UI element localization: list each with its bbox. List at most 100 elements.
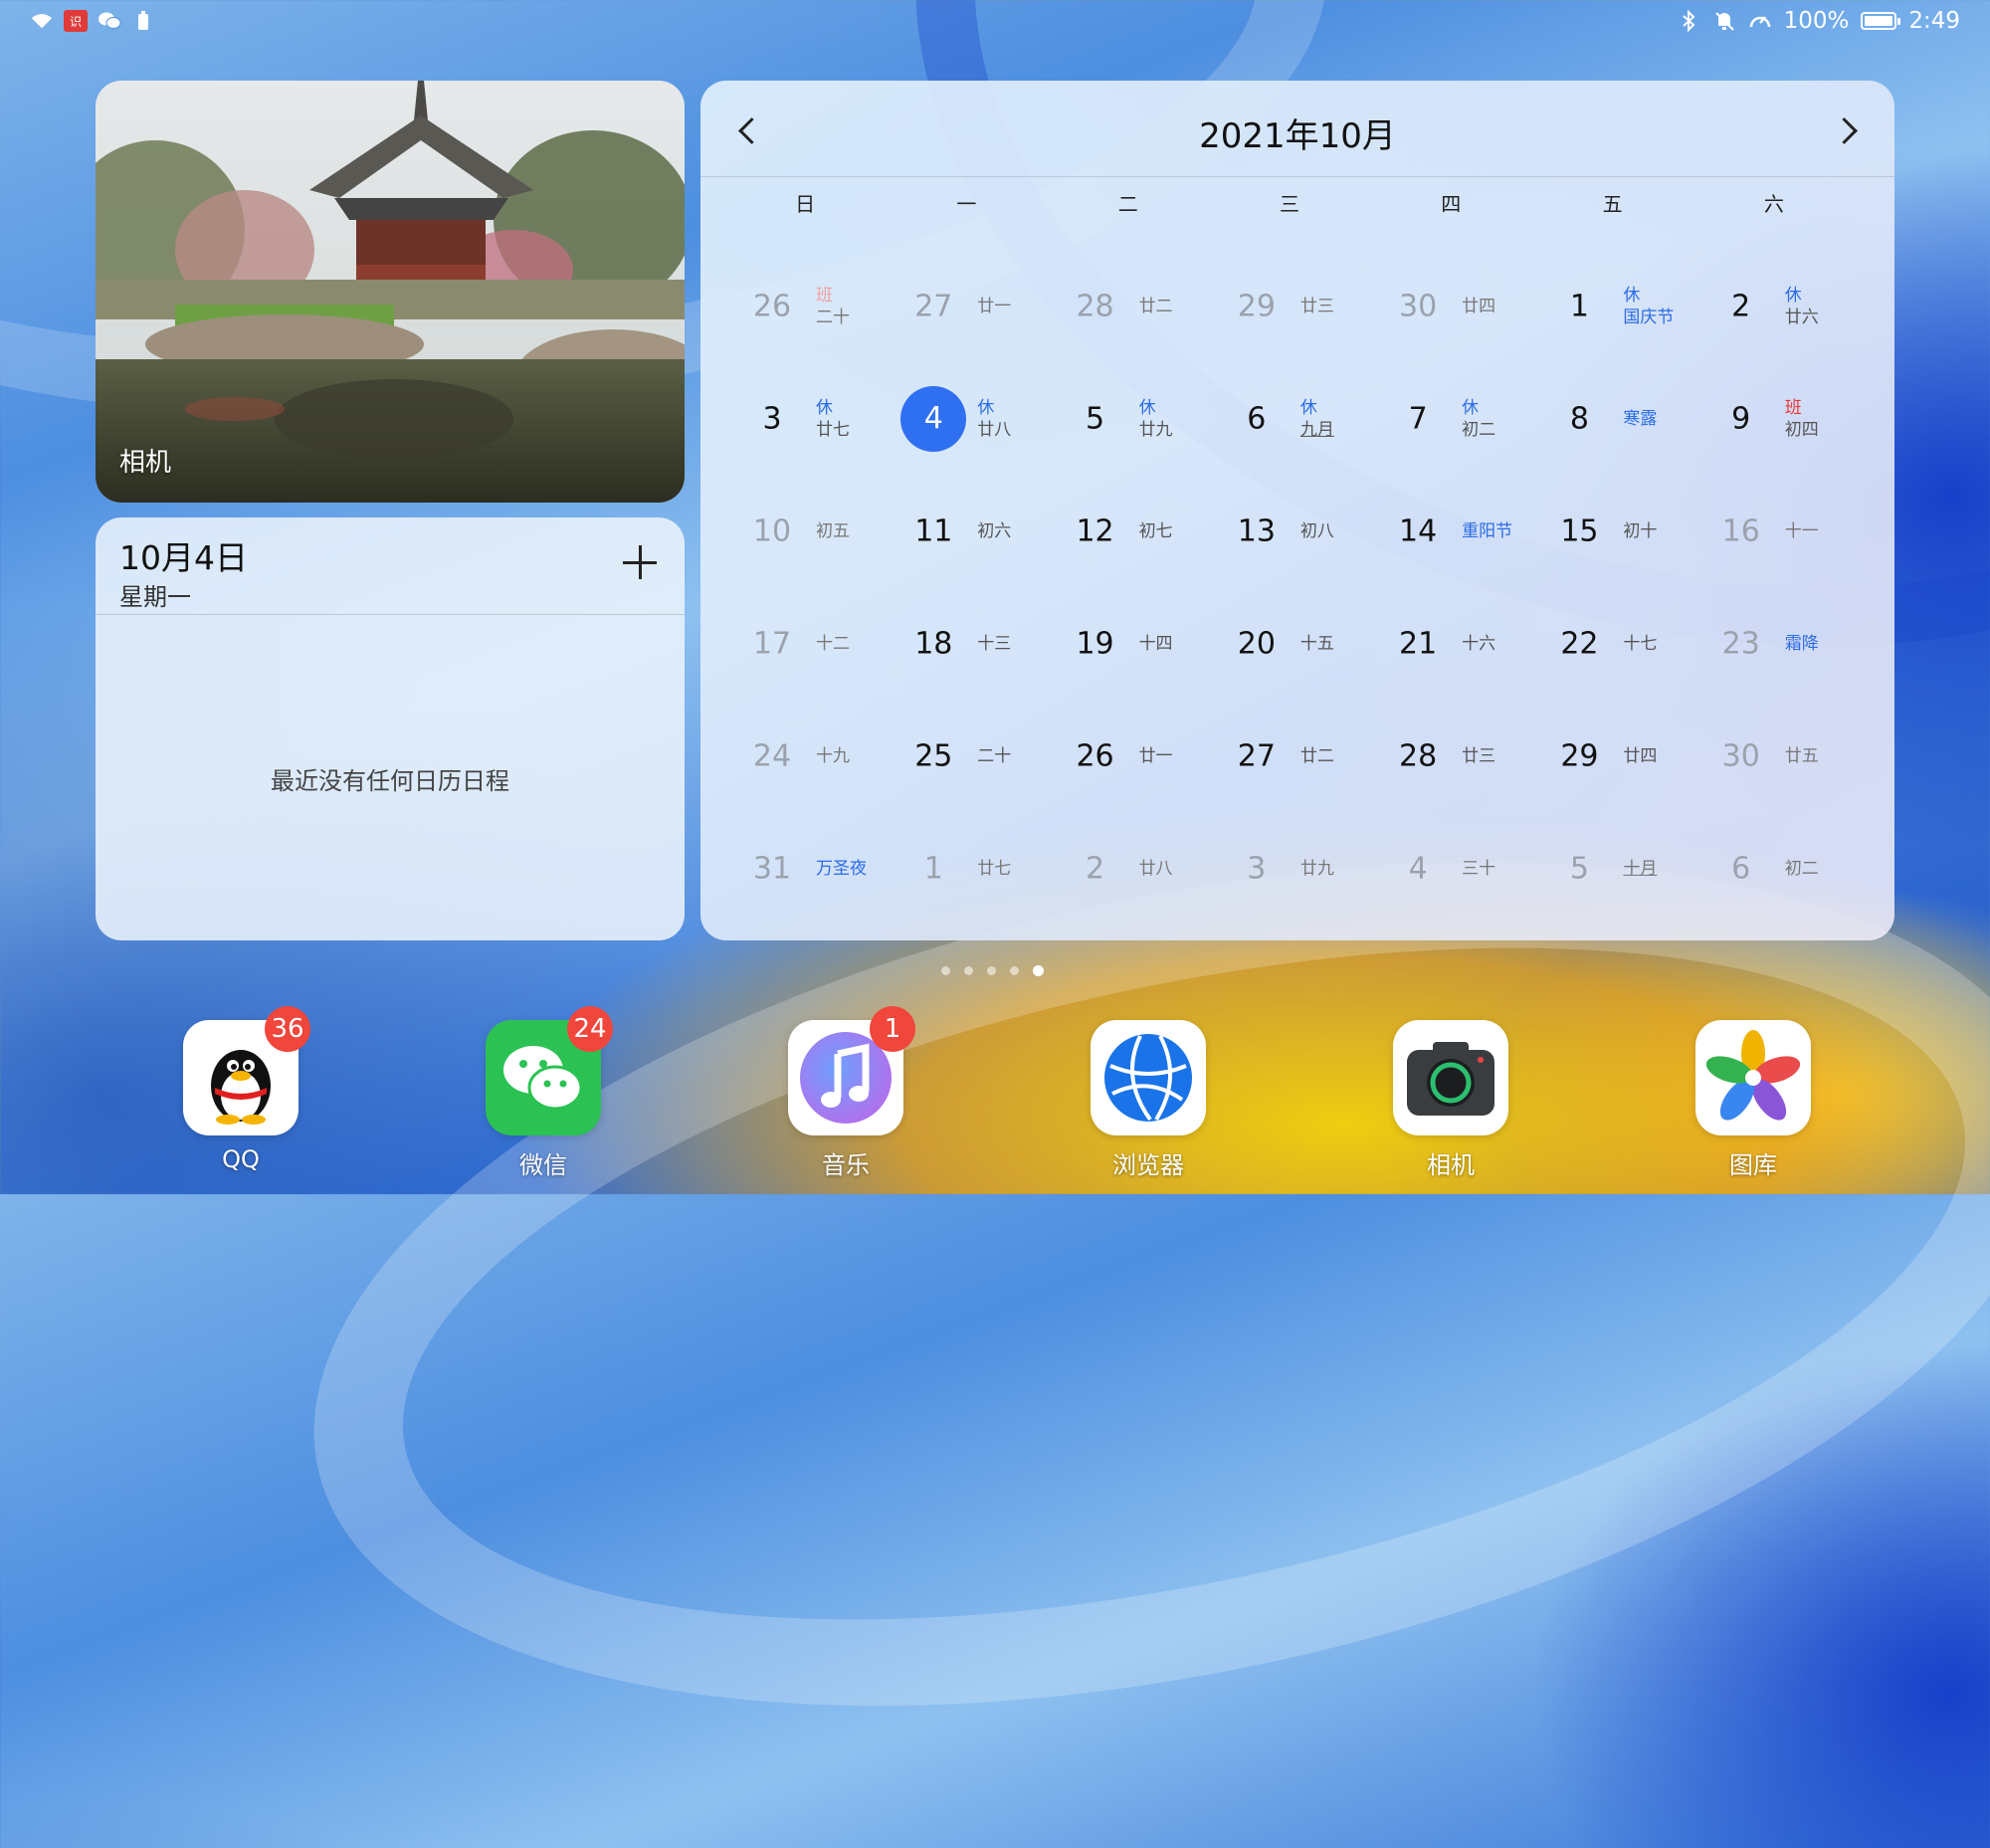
calendar-day[interactable]: 13 初八 xyxy=(1209,475,1370,587)
calendar-day[interactable]: 1 廿七 xyxy=(886,812,1047,924)
calendar-day[interactable]: 26 班二十 xyxy=(724,250,886,362)
calendar-day[interactable]: 25 二十 xyxy=(886,700,1047,812)
day-annotation: 廿四 xyxy=(1623,744,1657,766)
calendar-day[interactable]: 3 廿九 xyxy=(1209,812,1370,924)
calendar-day[interactable]: 6 休九月 xyxy=(1209,362,1370,475)
chevron-right-icon[interactable] xyxy=(1829,112,1865,148)
page-dot[interactable] xyxy=(941,966,950,975)
photo-widget[interactable]: 相机 xyxy=(96,81,685,503)
calendar-day[interactable]: 11 初六 xyxy=(886,475,1047,587)
calendar-day[interactable]: 22 十七 xyxy=(1531,587,1692,700)
camera-icon xyxy=(1393,1020,1508,1135)
lunar-date: 廿一 xyxy=(1138,745,1173,766)
calendar-day[interactable]: 20 十五 xyxy=(1209,587,1370,700)
day-annotation: 廿二 xyxy=(1300,744,1334,766)
calendar-day[interactable]: 12 初七 xyxy=(1048,475,1209,587)
app-gallery[interactable]: 图库 xyxy=(1695,1020,1811,1180)
day-annotation: 休廿八 xyxy=(977,396,1011,440)
app-browser[interactable]: 浏览器 xyxy=(1091,1020,1206,1180)
calendar-day[interactable]: 30 廿四 xyxy=(1370,250,1531,362)
page-dot[interactable] xyxy=(964,966,973,975)
calendar-day[interactable]: 28 廿二 xyxy=(1048,250,1209,362)
lunar-date: 九月 xyxy=(1299,419,1334,440)
calendar-day[interactable]: 10 初五 xyxy=(724,475,886,587)
day-number: 4 xyxy=(900,385,967,452)
calendar-day[interactable]: 24 十九 xyxy=(724,700,886,812)
day-annotation: 廿二 xyxy=(1139,295,1173,316)
app-label: 音乐 xyxy=(822,1151,870,1179)
day-annotation: 十三 xyxy=(977,632,1011,654)
calendar-day[interactable]: 2 廿八 xyxy=(1048,812,1209,924)
calendar-day[interactable]: 6 初二 xyxy=(1693,812,1855,924)
calendar-day[interactable]: 9 班初四 xyxy=(1693,362,1855,475)
calendar-day[interactable]: 5 休廿九 xyxy=(1048,362,1209,475)
day-number: 30 xyxy=(1399,289,1438,323)
calendar-day[interactable]: 14 重阳节 xyxy=(1370,475,1531,587)
calendar-day[interactable]: 19 十四 xyxy=(1048,587,1209,700)
calendar-day[interactable]: 28 廿三 xyxy=(1370,700,1531,812)
festival-label: 国庆节 xyxy=(1623,307,1675,327)
page-dot[interactable] xyxy=(987,966,996,975)
app-label: 相机 xyxy=(1427,1151,1475,1179)
day-annotation: 十二 xyxy=(816,632,850,654)
calendar-day[interactable]: 23 霜降 xyxy=(1693,587,1855,700)
day-annotation: 十七 xyxy=(1623,632,1657,654)
lunar-date: 廿八 xyxy=(1138,858,1173,879)
calendar-day[interactable]: 30 廿五 xyxy=(1693,700,1855,812)
day-number: 28 xyxy=(1076,289,1114,323)
day-annotation: 初八 xyxy=(1300,519,1334,541)
plus-icon[interactable] xyxy=(623,545,657,579)
music-note-icon: 1 xyxy=(788,1006,915,1135)
schedule-empty-message: 最近没有任何日历日程 xyxy=(271,767,509,795)
day-annotation: 十六 xyxy=(1462,632,1495,654)
day-annotation: 廿三 xyxy=(1462,744,1495,766)
holiday-badge: 休 xyxy=(1138,397,1156,418)
page-dot[interactable] xyxy=(1033,965,1044,976)
weekday-label: 一 xyxy=(956,192,977,216)
app-qq[interactable]: 36 QQ xyxy=(183,1006,310,1173)
calendar-day[interactable]: 21 十六 xyxy=(1370,587,1531,700)
calendar-day[interactable]: 1 休国庆节 xyxy=(1531,250,1692,362)
mute-icon xyxy=(1712,10,1736,32)
calendar-day[interactable]: 7 休初二 xyxy=(1370,362,1531,475)
app-wechat[interactable]: 24 微信 xyxy=(486,1006,613,1180)
lunar-date: 十月 xyxy=(1623,858,1658,879)
calendar-day[interactable]: 27 廿一 xyxy=(886,250,1047,362)
lunar-date: 初四 xyxy=(1784,419,1819,440)
page-dot[interactable] xyxy=(1010,966,1019,975)
calendar-day[interactable]: 31 万圣夜 xyxy=(724,812,886,924)
calendar-day[interactable]: 18 十三 xyxy=(886,587,1047,700)
calendar-day[interactable]: 4 三十 xyxy=(1370,812,1531,924)
qq-penguin-icon: 36 xyxy=(183,1006,310,1135)
day-annotation: 休初二 xyxy=(1462,396,1495,440)
day-number: 17 xyxy=(752,626,792,661)
page-indicator[interactable] xyxy=(941,965,1044,976)
lunar-date: 初七 xyxy=(1138,520,1173,541)
calendar-day[interactable]: 17 十二 xyxy=(724,587,886,700)
calendar-day[interactable]: 3 休廿七 xyxy=(724,362,886,475)
calendar-day[interactable]: 29 廿四 xyxy=(1531,700,1692,812)
calendar-day[interactable]: 26 廿一 xyxy=(1048,700,1209,812)
lunar-date: 廿四 xyxy=(1462,296,1496,316)
calendar-day-today[interactable]: 4 休廿八 xyxy=(886,362,1047,475)
lunar-date: 廿六 xyxy=(1784,307,1819,327)
calendar-day[interactable]: 8 寒露 xyxy=(1531,362,1692,475)
schedule-widget[interactable]: 10月4日 星期一 最近没有任何日历日程 xyxy=(96,517,685,940)
bluetooth-icon xyxy=(1677,10,1700,32)
calendar-widget[interactable]: 2021年10月 日 一 二 三 四 五 六 26 班二十 27 廿一 28 廿二 29 廿三… xyxy=(700,81,1894,940)
holiday-badge: 休 xyxy=(816,397,833,418)
schedule-weekday: 星期一 xyxy=(119,583,191,611)
app-camera[interactable]: 相机 xyxy=(1393,1020,1508,1180)
day-number: 23 xyxy=(1721,626,1760,661)
calendar-day[interactable]: 15 初十 xyxy=(1531,475,1692,587)
calendar-day[interactable]: 29 廿三 xyxy=(1209,250,1370,362)
lunar-date: 廿二 xyxy=(1138,296,1173,316)
calendar-day[interactable]: 27 廿二 xyxy=(1209,700,1370,812)
lunar-date: 廿九 xyxy=(1299,858,1334,879)
app-music[interactable]: 1 音乐 xyxy=(788,1006,915,1180)
calendar-day[interactable]: 2 休廿六 xyxy=(1693,250,1855,362)
day-number: 22 xyxy=(1560,626,1599,661)
app-label: 浏览器 xyxy=(1112,1151,1184,1179)
calendar-day[interactable]: 16 十一 xyxy=(1693,475,1855,587)
calendar-day[interactable]: 5 十月 xyxy=(1531,812,1692,924)
